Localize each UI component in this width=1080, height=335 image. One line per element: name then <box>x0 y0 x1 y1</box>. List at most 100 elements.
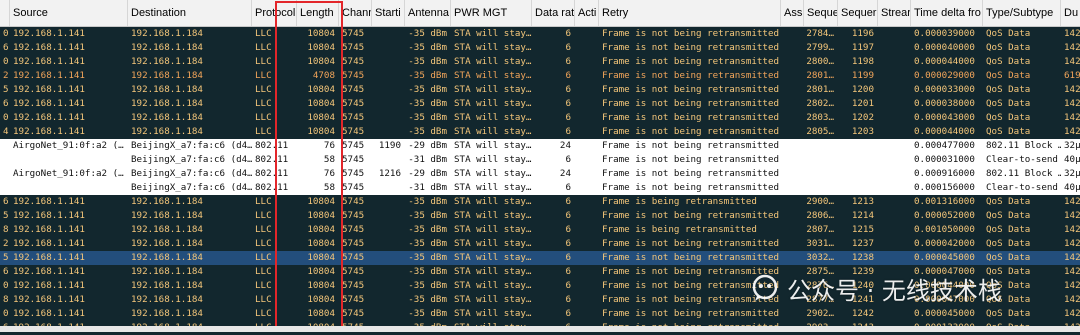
cell-antenna: -35 dBm <box>408 70 447 81</box>
column-header-destination[interactable]: Destination <box>128 0 252 26</box>
packet-row[interactable]: 2 192.168.1.141 192.168.1.184 LLC 10804 5745 -… <box>0 237 1080 251</box>
cell-seq2 <box>838 139 878 153</box>
cell-antenna: -31 dBm <box>408 154 447 165</box>
column-header-rate[interactable]: Data rat <box>532 0 575 26</box>
cell-type: Clear-to-send <box>986 154 1058 165</box>
cell-seq1: 2806… <box>806 210 834 221</box>
packet-row[interactable]: 6 192.168.1.141 192.168.1.184 LLC 10804 5745 -… <box>0 97 1080 111</box>
cell-destination: 192.168.1.184 <box>131 70 203 81</box>
packet-row[interactable]: AirgoNet_91:0f:a2 (… BeijingX_a7:fa:c6 (d… <box>0 139 1080 153</box>
column-header-seq2[interactable]: Sequer <box>838 0 878 26</box>
cell-pwr: STA will stay… <box>454 224 532 235</box>
cell-antenna: -35 dBm <box>408 42 447 53</box>
cell-starting <box>372 209 405 223</box>
cell-destination: 192.168.1.184 <box>131 252 203 263</box>
cell-length: 10804 <box>307 238 335 249</box>
column-header-channel[interactable]: Chann <box>339 0 372 26</box>
cell-antenna: -35 dBm <box>408 112 447 123</box>
cell-starting <box>372 153 405 167</box>
column-header-type[interactable]: Type/Subtype <box>983 0 1061 26</box>
cell-antenna: -35 dBm <box>408 28 447 39</box>
cell-rate: 6 <box>565 238 571 249</box>
packet-row[interactable]: 6 192.168.1.141 192.168.1.184 LLC 10804 5745 -… <box>0 41 1080 55</box>
cell-channel: 5745 <box>342 266 365 277</box>
column-header-delta[interactable]: Time delta fro <box>911 0 983 26</box>
column-header-pwr[interactable]: PWR MGT <box>451 0 532 26</box>
cell-delta: 0.000044000 <box>914 126 975 137</box>
packet-row[interactable]: 0 192.168.1.141 192.168.1.184 LLC 10804 5745 -… <box>0 55 1080 69</box>
cell-retry: Frame is not being retransmitted <box>602 98 780 109</box>
cell-delta: 0.000052000 <box>914 210 975 221</box>
column-header-antenna[interactable]: Antenna <box>405 0 451 26</box>
cell-delta: 0.000039000 <box>914 28 975 39</box>
cell-length: 4708 <box>312 70 335 81</box>
cell-stream <box>878 111 911 125</box>
cell-channel: 5745 <box>342 280 365 291</box>
horizontal-scrollbar[interactable] <box>0 326 1080 332</box>
cell-channel: 5745 <box>342 168 365 179</box>
column-header-protocol[interactable]: Protocol <box>252 0 297 26</box>
cell-length: 76 <box>323 168 335 179</box>
cell-ass <box>781 167 804 181</box>
packet-row[interactable]: BeijingX_a7:fa:c6 (d4… 802.11 58 5745 -31 dB… <box>0 181 1080 195</box>
cell-seq2 <box>838 167 878 181</box>
cell-ass <box>781 41 804 55</box>
packet-row[interactable]: 0 192.168.1.141 192.168.1.184 LLC 10804 5745 -… <box>0 27 1080 41</box>
cell-destination: 192.168.1.184 <box>131 238 203 249</box>
cell-delta: 0.000043000 <box>914 112 975 123</box>
cell-acti <box>575 181 599 195</box>
cell-length: 10804 <box>307 56 335 67</box>
packet-row[interactable]: 0 192.168.1.141 192.168.1.184 LLC 10804 5745 -… <box>0 111 1080 125</box>
packet-row[interactable]: AirgoNet_91:0f:a2 (… BeijingX_a7:fa:c6 (d… <box>0 167 1080 181</box>
cell-pwr: STA will stay… <box>454 84 532 95</box>
column-header-seq1[interactable]: Seque <box>804 0 838 26</box>
column-header-no[interactable] <box>0 0 10 26</box>
column-header-stream[interactable]: Strear <box>878 0 911 26</box>
cell-protocol: LLC <box>255 84 272 95</box>
cell-source: 192.168.1.141 <box>13 98 85 109</box>
cell-acti <box>575 307 599 321</box>
cell-source: 192.168.1.141 <box>13 280 85 291</box>
column-header-retry[interactable]: Retry <box>599 0 781 26</box>
packet-row[interactable]: 0 192.168.1.141 192.168.1.184 LLC 10804 5745 -… <box>0 307 1080 321</box>
cell-delta: 0.000477000 <box>914 140 975 151</box>
cell-delta: 0.001316000 <box>914 196 975 207</box>
packet-row[interactable]: 5 192.168.1.141 192.168.1.184 LLC 10804 5745 -… <box>0 251 1080 265</box>
cell-source: 192.168.1.141 <box>13 196 85 207</box>
cell-starting <box>372 223 405 237</box>
cell-ass <box>781 83 804 97</box>
cell-no: 0 <box>3 28 9 39</box>
cell-protocol: 802.11 <box>255 182 289 193</box>
cell-antenna: -35 dBm <box>408 84 447 95</box>
cell-seq1 <box>804 181 838 195</box>
cell-no: 6 <box>3 42 9 53</box>
packet-row[interactable]: 4 192.168.1.141 192.168.1.184 LLC 10804 5745 -… <box>0 125 1080 139</box>
packet-row[interactable]: 5 192.168.1.141 192.168.1.184 LLC 10804 5745 -… <box>0 209 1080 223</box>
cell-type: Clear-to-send <box>986 182 1058 193</box>
packet-row[interactable]: BeijingX_a7:fa:c6 (d4… 802.11 58 5745 -31 dB… <box>0 153 1080 167</box>
cell-protocol: LLC <box>255 112 272 123</box>
cell-length: 10804 <box>307 280 335 291</box>
column-header-acti[interactable]: Acti <box>575 0 599 26</box>
cell-channel: 5745 <box>342 252 365 263</box>
cell-stream <box>878 167 911 181</box>
column-header-du[interactable]: Du <box>1061 0 1080 26</box>
packet-row[interactable]: 5 192.168.1.141 192.168.1.184 LLC 10804 5745 -… <box>0 83 1080 97</box>
cell-rate: 6 <box>565 126 571 137</box>
cell-acti <box>575 209 599 223</box>
packet-row[interactable]: 6 192.168.1.141 192.168.1.184 LLC 10804 5745 -… <box>0 195 1080 209</box>
column-header-starting[interactable]: Starti <box>372 0 405 26</box>
cell-rate: 6 <box>565 266 571 277</box>
cell-rate: 6 <box>565 42 571 53</box>
column-header-source[interactable]: Source <box>10 0 128 26</box>
packet-row[interactable]: 8 192.168.1.141 192.168.1.184 LLC 10804 5745 -… <box>0 223 1080 237</box>
packet-row[interactable]: 2 192.168.1.141 192.168.1.184 LLC 4708 5745 -3… <box>0 69 1080 83</box>
cell-delta: 0.000029000 <box>914 70 975 81</box>
cell-type: 802.11 Block … <box>986 140 1061 151</box>
column-header-ass[interactable]: Ass <box>781 0 804 26</box>
cell-acti <box>575 139 599 153</box>
cell-no <box>0 181 10 195</box>
cell-type: QoS Data <box>986 70 1031 81</box>
cell-rate: 6 <box>565 70 571 81</box>
column-header-length[interactable]: Length <box>297 0 339 26</box>
